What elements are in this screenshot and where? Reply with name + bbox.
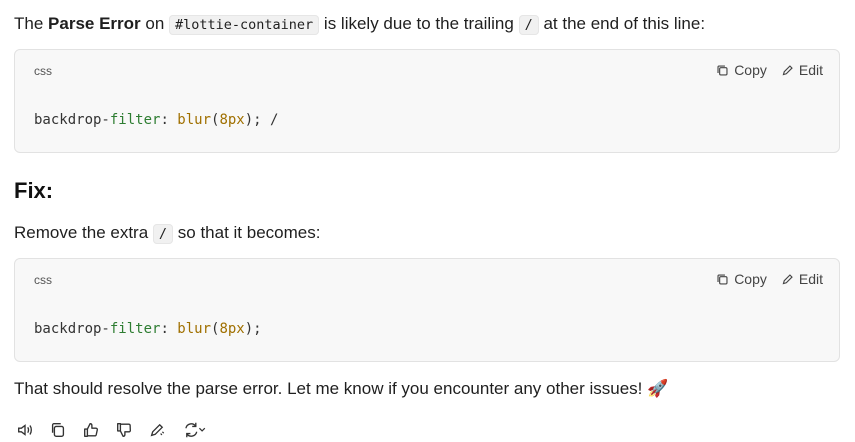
code-token: backdrop- [34, 321, 110, 337]
code-token: ); [244, 321, 262, 337]
code-token: : [160, 112, 178, 128]
intro-text-2: on [140, 14, 170, 33]
fix-heading: Fix: [14, 178, 54, 203]
code-token: 8px [219, 321, 245, 337]
closing-paragraph: That should resolve the parse error. Let… [14, 379, 669, 398]
edit-icon [150, 423, 164, 436]
code-token: blur [177, 321, 212, 337]
fix-text-2: so that it becomes: [173, 223, 321, 242]
edit-label: Edit [798, 62, 823, 78]
thumbs-up-icon [83, 422, 98, 437]
edit-button[interactable]: Edit [781, 271, 823, 287]
code-line: backdrop-filter: blur(8px); [34, 321, 262, 337]
intro-text-4: at the end of this line: [538, 14, 706, 33]
code-token: : [160, 321, 178, 337]
inline-code-slash-2: / [152, 224, 174, 244]
intro-text: The [14, 14, 49, 33]
copy-button[interactable]: Copy [716, 271, 767, 287]
code-line: backdrop-filter: blur(8px); / [34, 112, 278, 128]
fix-text: Remove the extra [14, 223, 153, 242]
code-token: blur [177, 112, 212, 128]
message-toolbar [14, 419, 209, 440]
code-token: 8px [219, 112, 245, 128]
edit-icon [782, 273, 793, 284]
code-block-2: css Copy Edit backdrop-filter: blur(8px)… [14, 258, 840, 362]
edit-label: Edit [798, 271, 823, 287]
code-actions: Copy Edit [716, 271, 823, 287]
regenerate-button[interactable] [179, 419, 209, 440]
copy-icon [51, 422, 64, 437]
intro-text-3: is likely due to the trailing [319, 14, 519, 33]
copy-message-button[interactable] [47, 419, 68, 440]
edit-icon [782, 64, 793, 75]
copy-label: Copy [734, 62, 767, 78]
read-aloud-button[interactable] [14, 419, 35, 440]
code-token: backdrop- [34, 112, 110, 128]
regenerate-icon [185, 422, 206, 437]
copy-icon [717, 64, 728, 76]
fix-paragraph: Remove the extra / so that it becomes: [14, 221, 320, 246]
intro-paragraph: The Parse Error on #lottie-container is … [14, 12, 705, 37]
inline-code-selector: #lottie-container [169, 15, 320, 35]
intro-bold: Parse Error [48, 14, 141, 33]
copy-button[interactable]: Copy [716, 62, 767, 78]
inline-code-slash: / [518, 15, 539, 35]
thumbs-down-icon [116, 422, 131, 437]
copy-icon [717, 273, 728, 285]
code-language-label: css [34, 273, 52, 287]
speaker-icon [17, 423, 32, 436]
thumbs-up-button[interactable] [80, 419, 101, 440]
edit-message-button[interactable] [146, 419, 167, 440]
code-token: ); / [244, 112, 279, 128]
code-actions: Copy Edit [716, 62, 823, 78]
thumbs-down-button[interactable] [113, 419, 134, 440]
copy-label: Copy [734, 271, 767, 287]
code-token: filter [109, 321, 161, 337]
code-token: filter [109, 112, 161, 128]
code-language-label: css [34, 64, 52, 78]
code-block-1: css Copy Edit backdrop-filter: blur(8px)… [14, 49, 840, 153]
edit-button[interactable]: Edit [781, 62, 823, 78]
